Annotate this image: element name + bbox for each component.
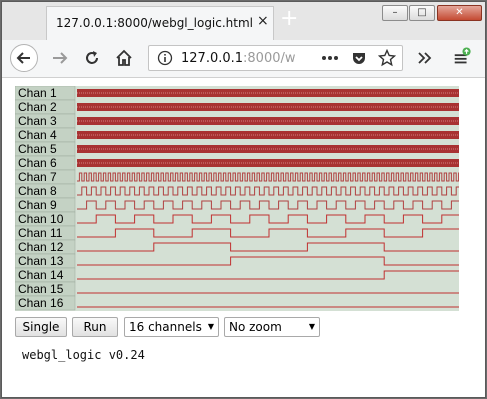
- navigation-toolbar: 127.0.0.1:8000/w: [2, 40, 485, 78]
- channel-label: Chan 6: [18, 156, 57, 170]
- channel-label: Chan 16: [18, 296, 64, 310]
- url-host: 127.0.0.1: [181, 51, 244, 66]
- maximize-icon: □: [417, 7, 427, 18]
- channel-label: Chan 11: [18, 226, 63, 240]
- maximize-button[interactable]: □: [409, 5, 435, 21]
- url-text: 127.0.0.1:8000/w: [181, 51, 296, 66]
- home-icon[interactable]: [114, 48, 134, 68]
- page-actions-icon[interactable]: [321, 54, 339, 62]
- pocket-icon[interactable]: [351, 50, 367, 66]
- channels-select[interactable]: 16 channels ▼: [124, 317, 219, 337]
- new-tab-icon[interactable]: +: [280, 8, 298, 30]
- browser-tab[interactable]: 127.0.0.1:8000/webgl_logic.html ×: [46, 6, 274, 40]
- url-bar[interactable]: 127.0.0.1:8000/w: [148, 45, 403, 71]
- window-close-button[interactable]: ✕: [437, 5, 482, 21]
- minimize-icon: –: [392, 7, 398, 18]
- hamburger-menu-icon[interactable]: [452, 47, 472, 67]
- channel-label: Chan 4: [18, 128, 57, 142]
- channel-label: Chan 2: [18, 100, 57, 114]
- channel-label: Chan 12: [18, 240, 64, 254]
- channel-label: Chan 7: [18, 170, 57, 184]
- single-button[interactable]: Single: [15, 317, 67, 337]
- title-bar: 127.0.0.1:8000/webgl_logic.html × + – □ …: [2, 2, 485, 40]
- window-close-icon: ✕: [455, 7, 464, 18]
- channel-label: Chan 9: [18, 198, 57, 212]
- channel-label: Chan 10: [18, 212, 64, 226]
- chevron-down-icon: ▼: [308, 322, 315, 331]
- run-button[interactable]: Run: [72, 317, 118, 337]
- info-icon[interactable]: [157, 50, 173, 66]
- channel-label: Chan 3: [18, 114, 57, 128]
- back-button[interactable]: [10, 44, 38, 72]
- channel-label: Chan 13: [18, 254, 64, 268]
- browser-window: 127.0.0.1:8000/webgl_logic.html × + – □ …: [1, 1, 486, 398]
- zoom-select[interactable]: No zoom ▼: [224, 317, 320, 337]
- back-arrow-icon: [16, 52, 30, 64]
- channel-label: Chan 5: [18, 142, 57, 156]
- page-content: Chan 1 Chan 2 Chan 3 Chan 4 Chan 5 Chan 6 Chan…: [2, 78, 485, 397]
- chevron-down-icon: ▼: [207, 322, 214, 331]
- channel-label: Chan 14: [18, 268, 64, 282]
- bookmark-star-icon[interactable]: [378, 49, 396, 67]
- version-text: webgl_logic v0.24: [22, 348, 145, 362]
- channel-label: Chan 8: [18, 184, 57, 198]
- tab-close-icon[interactable]: ×: [257, 14, 269, 28]
- logic-analyzer-display: Chan 1Chan 2Chan 3Chan 4Chan 5Chan 6Chan…: [15, 86, 459, 311]
- forward-arrow-icon[interactable]: [50, 48, 70, 68]
- overflow-chevrons-icon[interactable]: [415, 48, 435, 68]
- channel-label: Chan 1: [18, 86, 57, 100]
- reload-icon[interactable]: [82, 48, 102, 68]
- url-path: :8000/w: [243, 51, 296, 66]
- tab-title: 127.0.0.1:8000/webgl_logic.html: [56, 16, 254, 30]
- channels-select-value: 16 channels: [129, 320, 202, 334]
- channel-label: Chan 15: [18, 282, 64, 296]
- zoom-select-value: No zoom: [229, 320, 282, 334]
- minimize-button[interactable]: –: [382, 5, 408, 21]
